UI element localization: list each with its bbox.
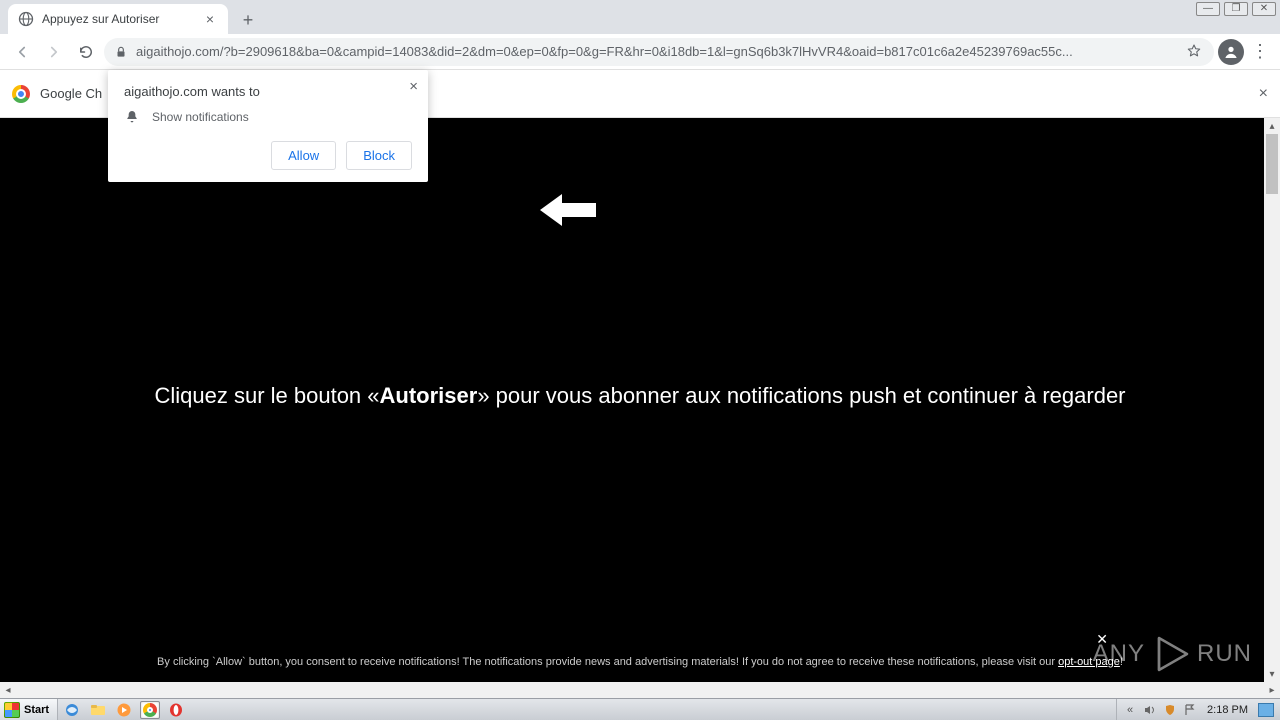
permission-close-button[interactable]: ×: [409, 78, 418, 95]
tab-close-button[interactable]: ×: [202, 11, 218, 27]
main-instruction-text: Cliquez sur le bouton «Autoriser» pour v…: [0, 383, 1280, 409]
tab-bar: Appuyez sur Autoriser × +: [0, 0, 1280, 34]
allow-button[interactable]: Allow: [271, 141, 336, 170]
permission-row: Show notifications: [124, 109, 412, 125]
permission-kind: Show notifications: [152, 110, 249, 124]
bookmark-star-icon[interactable]: [1186, 43, 1204, 61]
show-desktop-button[interactable]: [1258, 703, 1274, 717]
browser-toolbar: aigaithojo.com/?b=2909618&ba=0&campid=14…: [0, 34, 1280, 70]
taskbar-clock[interactable]: 2:18 PM: [1203, 704, 1252, 716]
arrow-left-icon: [540, 190, 596, 230]
main-text-pre: Cliquez sur le bouton «: [154, 383, 379, 408]
flag-icon[interactable]: [1183, 703, 1197, 717]
window-close-button[interactable]: ✕: [1252, 2, 1276, 16]
permission-actions: Allow Block: [124, 141, 412, 170]
notification-permission-popup: × aigaithojo.com wants to Show notificat…: [108, 70, 428, 182]
url-text: aigaithojo.com/?b=2909618&ba=0&campid=14…: [136, 44, 1178, 59]
new-tab-button[interactable]: +: [234, 6, 262, 34]
windows-logo-icon: [4, 702, 20, 718]
profile-avatar[interactable]: [1218, 39, 1244, 65]
lock-icon: [114, 45, 128, 59]
tray-expand-icon[interactable]: «: [1123, 703, 1137, 717]
watermark-text-right: RUN: [1197, 640, 1252, 668]
infobar-text: Google Ch: [40, 86, 102, 101]
watermark-text-left: ANY: [1093, 640, 1145, 668]
back-button[interactable]: [8, 38, 36, 66]
window-controls: — ❐ ✕: [1192, 0, 1280, 18]
horizontal-scrollbar[interactable]: ◂ ▸: [0, 682, 1280, 698]
shield-icon[interactable]: [1163, 703, 1177, 717]
explorer-icon[interactable]: [88, 701, 108, 719]
window-minimize-button[interactable]: —: [1196, 2, 1220, 16]
forward-button[interactable]: [40, 38, 68, 66]
start-button[interactable]: Start: [0, 699, 58, 720]
chrome-logo-icon: [12, 85, 30, 103]
scroll-left-icon[interactable]: ◂: [0, 685, 16, 696]
infobar-close-button[interactable]: ×: [1259, 85, 1268, 103]
scroll-right-icon[interactable]: ▸: [1264, 685, 1280, 696]
main-text-bold: Autoriser: [380, 383, 478, 408]
disclaimer-pre: By clicking `Allow` button, you consent …: [157, 656, 1058, 668]
reload-button[interactable]: [72, 38, 100, 66]
media-player-icon[interactable]: [114, 701, 134, 719]
start-label: Start: [24, 704, 49, 716]
tab-title: Appuyez sur Autoriser: [42, 12, 194, 26]
quick-launch: [58, 699, 190, 720]
globe-icon: [18, 11, 34, 27]
page-content: ▴ ▾ Cliquez sur le bouton «Autoriser» po…: [0, 118, 1280, 682]
anyrun-watermark: ANY RUN: [1093, 634, 1252, 674]
block-button[interactable]: Block: [346, 141, 412, 170]
scroll-up-icon[interactable]: ▴: [1264, 118, 1280, 134]
volume-icon[interactable]: [1143, 703, 1157, 717]
windows-taskbar: Start « 2:18 PM: [0, 698, 1280, 720]
scroll-thumb[interactable]: [1266, 134, 1278, 194]
browser-tab[interactable]: Appuyez sur Autoriser ×: [8, 4, 228, 34]
browser-menu-button[interactable]: ⋮: [1248, 38, 1272, 66]
permission-title: aigaithojo.com wants to: [124, 84, 412, 99]
window-maximize-button[interactable]: ❐: [1224, 2, 1248, 16]
disclaimer-text: By clicking `Allow` button, you consent …: [0, 655, 1280, 670]
play-triangle-icon: [1151, 634, 1191, 674]
bell-icon: [124, 109, 140, 125]
ie-icon[interactable]: [62, 701, 82, 719]
address-bar[interactable]: aigaithojo.com/?b=2909618&ba=0&campid=14…: [104, 38, 1214, 66]
main-text-post: » pour vous abonner aux notifications pu…: [477, 383, 1125, 408]
chrome-taskbar-icon[interactable]: [140, 701, 160, 719]
opera-icon[interactable]: [166, 701, 186, 719]
h-scroll-track[interactable]: [16, 684, 1264, 696]
system-tray: « 2:18 PM: [1116, 699, 1280, 720]
